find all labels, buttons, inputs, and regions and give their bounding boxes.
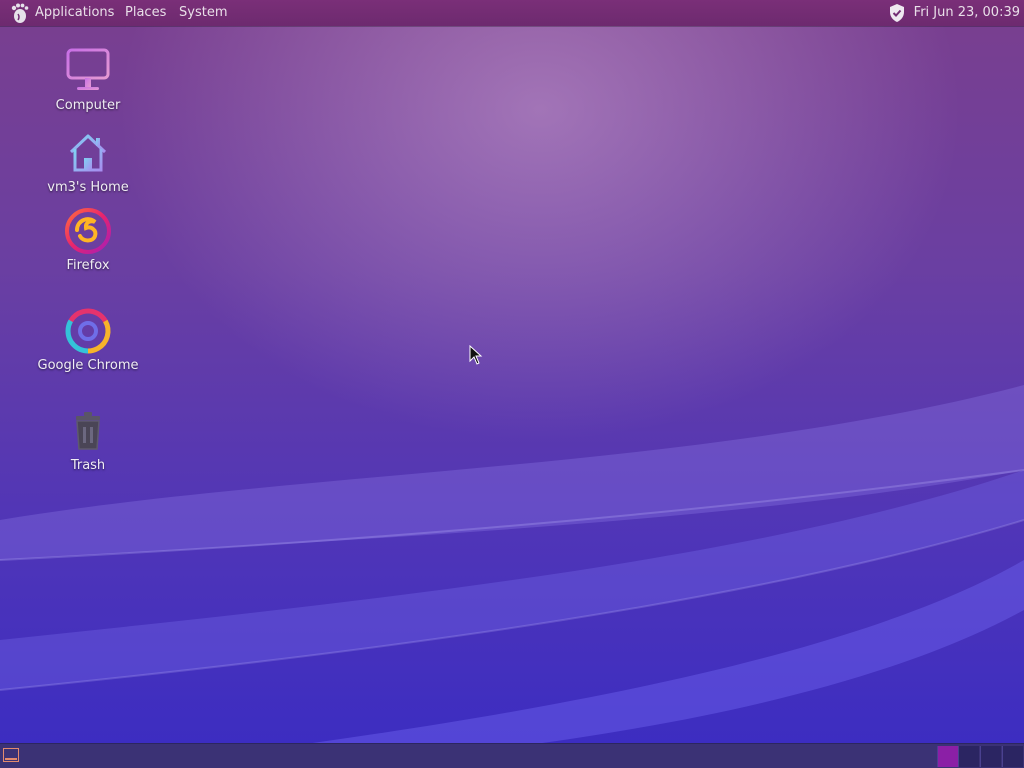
desktop-icon-label: Google Chrome <box>37 358 139 373</box>
system-tray: Fri Jun 23, 00:39 <box>887 0 1020 26</box>
mouse-pointer-icon <box>469 345 483 365</box>
chrome-icon <box>65 308 111 354</box>
desktop-icon-label: vm3's Home <box>47 180 129 195</box>
menu-system[interactable]: System <box>179 0 227 26</box>
desktop-icon-firefox[interactable]: Firefox <box>28 206 148 273</box>
desktop-icon-label: Trash <box>70 458 106 473</box>
desktop-icon-label: Firefox <box>66 258 110 273</box>
show-desktop-button[interactable] <box>3 748 19 762</box>
computer-icon <box>66 48 110 90</box>
clock[interactable]: Fri Jun 23, 00:39 <box>914 0 1020 26</box>
desktop-icon-home[interactable]: vm3's Home <box>28 128 148 195</box>
workspace-1[interactable] <box>937 746 958 767</box>
desktop[interactable]: Applications Places System Fri Jun 23, 0… <box>0 0 1024 768</box>
firefox-icon <box>65 208 111 254</box>
workspace-4[interactable] <box>1002 746 1023 767</box>
home-folder-icon <box>69 134 107 172</box>
wallpaper-swooshes <box>0 385 1024 768</box>
workspace-2[interactable] <box>958 746 979 767</box>
desktop-icon-chrome[interactable]: Google Chrome <box>28 306 148 373</box>
trash-icon <box>76 412 100 450</box>
workspace-3[interactable] <box>980 746 1001 767</box>
menu-places[interactable]: Places <box>125 0 166 26</box>
menu-applications[interactable]: Applications <box>35 0 114 26</box>
desktop-icon-computer[interactable]: Computer <box>28 46 148 113</box>
desktop-icon-label: Computer <box>55 98 121 113</box>
gnome-foot-icon[interactable] <box>9 2 31 24</box>
desktop-icon-trash[interactable]: Trash <box>28 406 148 473</box>
shield-icon[interactable] <box>887 3 907 23</box>
top-panel: Applications Places System Fri Jun 23, 0… <box>0 0 1024 26</box>
bottom-panel <box>0 743 1024 768</box>
